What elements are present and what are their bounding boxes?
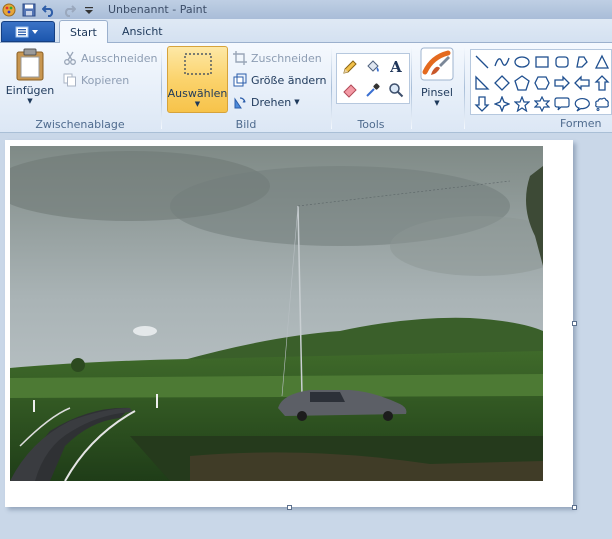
save-icon[interactable] — [20, 1, 38, 18]
resize-label: Größe ändern — [251, 73, 327, 87]
select-dropdown-icon[interactable]: ▼ — [195, 100, 200, 108]
shapes-group-label: Formen — [560, 117, 602, 130]
drawing-canvas[interactable] — [5, 140, 577, 510]
brushes-button[interactable]: Pinsel ▼ — [416, 47, 458, 107]
ribbon-separator — [464, 47, 465, 129]
paint-app-icon[interactable] — [0, 1, 18, 18]
clipboard-group-label: Zwischenablage — [35, 118, 125, 131]
resize-handle-corner[interactable] — [572, 505, 577, 510]
rotate-icon — [232, 94, 248, 110]
redo-icon[interactable] — [60, 1, 78, 18]
five-point-star-shape-icon[interactable] — [512, 93, 532, 114]
ribbon: Einfügen ▼ Ausschneiden Kopieren Zwische… — [0, 43, 612, 133]
fill-bucket-icon[interactable] — [362, 56, 384, 78]
paint-menu-button[interactable] — [1, 21, 55, 42]
color-picker-icon[interactable] — [362, 79, 384, 101]
rotate-label: Drehen — [251, 95, 292, 109]
rectangle-shape-icon[interactable] — [532, 51, 552, 72]
scissors-icon — [62, 50, 78, 66]
paste-icon — [16, 48, 44, 81]
down-arrow-shape-icon[interactable] — [472, 93, 492, 114]
left-arrow-shape-icon[interactable] — [572, 72, 592, 93]
crop-button[interactable]: Zuschneiden — [232, 49, 322, 67]
resize-button[interactable]: Größe ändern — [232, 71, 327, 89]
crop-icon — [232, 50, 248, 66]
select-button[interactable]: Auswählen ▼ — [167, 46, 228, 113]
shapes-gallery — [470, 49, 612, 115]
cut-button[interactable]: Ausschneiden — [62, 49, 158, 67]
resize-icon — [232, 72, 248, 88]
text-icon[interactable]: A — [385, 56, 407, 78]
oval-callout-shape-icon[interactable] — [572, 93, 592, 114]
pentagon-shape-icon[interactable] — [512, 72, 532, 93]
right-triangle-shape-icon[interactable] — [472, 72, 492, 93]
rotate-dropdown-icon[interactable]: ▼ — [294, 98, 299, 106]
six-point-star-shape-icon[interactable] — [532, 93, 552, 114]
diamond-shape-icon[interactable] — [492, 72, 512, 93]
canvas-workspace — [0, 134, 612, 539]
selection-rectangle-icon — [183, 53, 212, 75]
triangle-shape-icon[interactable] — [592, 51, 612, 72]
brushes-label: Pinsel — [421, 86, 453, 99]
title-bar: Unbenannt - Paint — [0, 0, 612, 19]
copy-label: Kopieren — [81, 73, 130, 87]
tab-view[interactable]: Ansicht — [112, 20, 173, 43]
magnifier-icon[interactable] — [385, 79, 407, 101]
rotate-button[interactable]: Drehen ▼ — [232, 93, 300, 111]
copy-icon — [62, 72, 78, 88]
crop-label: Zuschneiden — [251, 51, 322, 65]
select-label: Auswählen — [167, 87, 228, 100]
right-arrow-shape-icon[interactable] — [552, 72, 572, 93]
paste-dropdown-icon[interactable]: ▼ — [27, 97, 32, 105]
brush-icon — [420, 47, 454, 81]
cut-label: Ausschneiden — [81, 51, 158, 65]
pencil-icon[interactable] — [339, 56, 361, 78]
resize-handle-bottom[interactable] — [287, 505, 292, 510]
brushes-dropdown-icon[interactable]: ▼ — [434, 99, 439, 107]
paste-label: Einfügen — [5, 84, 55, 97]
oval-shape-icon[interactable] — [512, 51, 532, 72]
four-point-star-shape-icon[interactable] — [492, 93, 512, 114]
up-arrow-shape-icon[interactable] — [592, 72, 612, 93]
tab-start[interactable]: Start — [59, 20, 108, 44]
line-shape-icon[interactable] — [472, 51, 492, 72]
polygon-shape-icon[interactable] — [572, 51, 592, 72]
curve-shape-icon[interactable] — [492, 51, 512, 72]
cloud-callout-shape-icon[interactable] — [592, 93, 612, 114]
copy-button[interactable]: Kopieren — [62, 71, 129, 89]
clipboard-group: Einfügen ▼ Ausschneiden Kopieren Zwische… — [0, 43, 160, 133]
resize-handle-right[interactable] — [572, 321, 577, 326]
hexagon-shape-icon[interactable] — [532, 72, 552, 93]
landscape-photo — [10, 146, 543, 481]
image-group-label: Bild — [235, 118, 257, 131]
rounded-callout-shape-icon[interactable] — [552, 93, 572, 114]
tools-group-label: Tools — [357, 118, 385, 131]
quick-access-toolbar — [0, 0, 100, 19]
customize-toolbar-icon[interactable] — [80, 1, 98, 18]
tools-group: A Tools — [332, 43, 410, 133]
window-title: Unbenannt - Paint — [108, 3, 207, 16]
image-group: Auswählen ▼ Zuschneiden Größe ändern Dre… — [162, 43, 330, 133]
ribbon-separator — [411, 47, 412, 129]
undo-icon[interactable] — [40, 1, 58, 18]
rounded-rectangle-shape-icon[interactable] — [552, 51, 572, 72]
eraser-icon[interactable] — [339, 79, 361, 101]
paste-button[interactable]: Einfügen ▼ — [4, 47, 56, 105]
tools-grid: A — [336, 53, 410, 104]
ribbon-tab-row: Start Ansicht — [0, 19, 612, 44]
